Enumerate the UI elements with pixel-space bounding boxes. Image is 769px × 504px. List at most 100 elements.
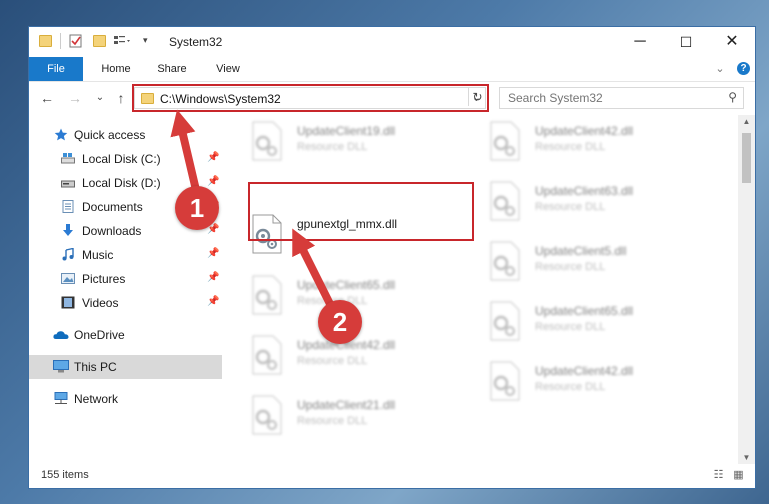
sidebar-item-label: Videos (82, 296, 119, 310)
file-type: Resource DLL (297, 141, 368, 153)
file-name: UpdateClient63.dll (535, 184, 634, 198)
address-highlight-box (132, 84, 489, 112)
pc-icon (53, 360, 69, 373)
star-icon (54, 128, 68, 141)
tab-file[interactable]: File (29, 57, 83, 81)
file-item[interactable]: UpdateClient5.dll Resource DLL (483, 235, 713, 289)
file-item[interactable]: UpdateClient65.dll Resource DLL (483, 295, 713, 349)
step-badge-2: 2 (318, 300, 362, 344)
sidebar-item-local-disk-c[interactable]: Local Disk (C:) 📌 (29, 147, 222, 171)
customize-toolbar-icon[interactable] (113, 34, 130, 48)
file-type: Resource DLL (535, 381, 606, 393)
scroll-up-icon[interactable]: ▲ (738, 117, 755, 126)
sidebar-item-quick-access[interactable]: Quick access (29, 123, 222, 147)
sidebar-item-onedrive[interactable]: OneDrive (29, 323, 222, 347)
sidebar-item-label: Quick access (74, 128, 146, 142)
folder-icon (39, 35, 52, 47)
dll-file-icon (490, 241, 520, 281)
file-name: UpdateClient42.dll (535, 124, 634, 138)
minimize-button[interactable]: ─ (617, 27, 663, 57)
ribbon-expand-icon[interactable]: ⌄ (712, 57, 728, 81)
file-name: UpdateClient65.dll (297, 278, 396, 292)
ribbon: File Home Share View ⌄ ? (29, 57, 755, 82)
divider (60, 33, 61, 49)
navigation-bar: ← → ⌄ ↑ C:\Windows\System32 ⌄ ↻ ⚲ (29, 82, 755, 114)
tab-share[interactable]: Share (147, 57, 197, 81)
dll-file-icon (490, 301, 520, 341)
sidebar-item-pictures[interactable]: Pictures 📌 (29, 267, 222, 291)
quick-access-dropdown-icon[interactable]: ▾ (143, 35, 157, 49)
navigation-pane: Quick access Local Disk (C:) 📌 Local Dis… (29, 115, 222, 464)
search-box[interactable]: ⚲ (499, 87, 744, 109)
sidebar-item-videos[interactable]: Videos 📌 (29, 291, 222, 315)
new-folder-icon[interactable] (93, 35, 106, 47)
search-input[interactable] (508, 91, 718, 105)
scrollbar-thumb[interactable] (742, 133, 751, 183)
sidebar-item-label: Pictures (82, 272, 126, 286)
file-highlight-box (248, 182, 474, 241)
file-name: UpdateClient42.dll (535, 364, 634, 378)
title-bar: ▾ System32 ─ ☐ ✕ (29, 27, 755, 57)
dll-file-icon (490, 361, 520, 401)
dll-file-icon (252, 121, 282, 161)
file-name: UpdateClient19.dll (297, 124, 396, 138)
pictures-icon (61, 273, 75, 284)
drive-icon (61, 153, 75, 164)
documents-icon (62, 200, 74, 213)
scroll-down-icon[interactable]: ▼ (738, 453, 755, 462)
file-item[interactable]: UpdateClient21.dll Resource DLL (245, 389, 475, 443)
maximize-button[interactable]: ☐ (663, 27, 709, 57)
close-button[interactable]: ✕ (709, 27, 755, 57)
file-item[interactable]: UpdateClient63.dll Resource DLL (483, 175, 713, 229)
tab-home[interactable]: Home (91, 57, 141, 81)
network-icon (54, 392, 68, 404)
file-type: Resource DLL (297, 355, 368, 367)
tiles-view-icon[interactable]: ▦ (731, 468, 746, 483)
sidebar-item-label: Music (82, 248, 114, 262)
sidebar-item-music[interactable]: Music 📌 (29, 243, 222, 267)
details-view-icon[interactable]: ☷ (711, 468, 726, 483)
sidebar-item-network[interactable]: Network (29, 387, 222, 411)
file-type: Resource DLL (535, 201, 606, 213)
file-list: UpdateClient19.dll Resource DLL gpunextg… (225, 115, 739, 464)
videos-icon (61, 296, 75, 309)
dll-file-icon (252, 275, 282, 315)
vertical-scrollbar[interactable]: ▲ ▼ (738, 115, 755, 464)
file-type: Resource DLL (297, 415, 368, 427)
file-name: UpdateClient21.dll (297, 398, 396, 412)
pin-icon: 📌 (207, 152, 220, 163)
onedrive-icon (53, 331, 69, 339)
status-bar: 155 items ☷ ▦ (29, 464, 755, 488)
item-count: 155 items (41, 469, 89, 481)
sidebar-item-label: Local Disk (D:) (82, 176, 161, 190)
pin-icon: 📌 (207, 296, 220, 307)
downloads-icon (63, 224, 73, 236)
sidebar-item-label: OneDrive (74, 328, 125, 342)
step-badge-1: 1 (175, 186, 219, 230)
file-name: UpdateClient5.dll (535, 244, 627, 258)
sidebar-item-label: Documents (82, 200, 143, 214)
help-icon[interactable]: ? (737, 62, 750, 75)
file-type: Resource DLL (535, 261, 606, 273)
recent-locations-icon[interactable]: ⌄ (92, 90, 108, 106)
search-icon[interactable]: ⚲ (728, 90, 737, 104)
up-button[interactable]: ↑ (113, 90, 129, 106)
file-item[interactable]: UpdateClient19.dll Resource DLL (245, 115, 475, 169)
sidebar-item-label: Downloads (82, 224, 142, 238)
pin-icon: 📌 (207, 272, 220, 283)
window-title: System32 (169, 35, 223, 49)
file-item[interactable]: UpdateClient42.dll Resource DLL (483, 115, 713, 169)
sidebar-item-this-pc[interactable]: This PC (29, 355, 222, 379)
tab-view[interactable]: View (203, 57, 253, 81)
properties-icon[interactable] (69, 34, 83, 48)
pin-icon: 📌 (207, 248, 220, 259)
back-button[interactable]: ← (39, 90, 55, 106)
forward-button[interactable]: → (67, 90, 83, 106)
file-item[interactable]: UpdateClient42.dll Resource DLL (483, 355, 713, 409)
file-type: Resource DLL (535, 321, 606, 333)
pin-icon: 📌 (207, 176, 220, 187)
file-item[interactable]: UpdateClient42.dll Resource DLL (245, 329, 475, 383)
explorer-window: ▾ System32 ─ ☐ ✕ File Home Share View ⌄ … (29, 27, 755, 488)
dll-file-icon (252, 335, 282, 375)
sidebar-item-label: This PC (74, 360, 117, 374)
